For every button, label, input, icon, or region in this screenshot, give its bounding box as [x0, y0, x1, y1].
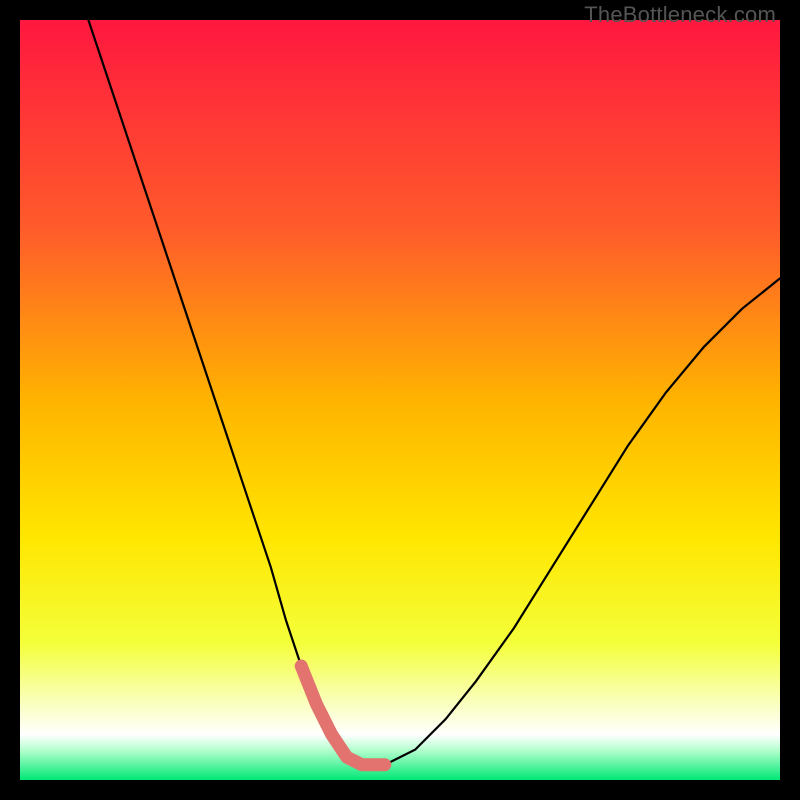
highlight-point — [356, 759, 368, 771]
highlight-point — [379, 759, 391, 771]
highlight-point — [310, 698, 322, 710]
chart-frame — [20, 20, 780, 780]
gradient-background — [20, 20, 780, 780]
highlight-point — [341, 751, 353, 763]
chart-plot — [20, 20, 780, 780]
highlight-point — [295, 660, 307, 672]
watermark-text: TheBottleneck.com — [584, 2, 776, 28]
highlight-point — [326, 728, 338, 740]
